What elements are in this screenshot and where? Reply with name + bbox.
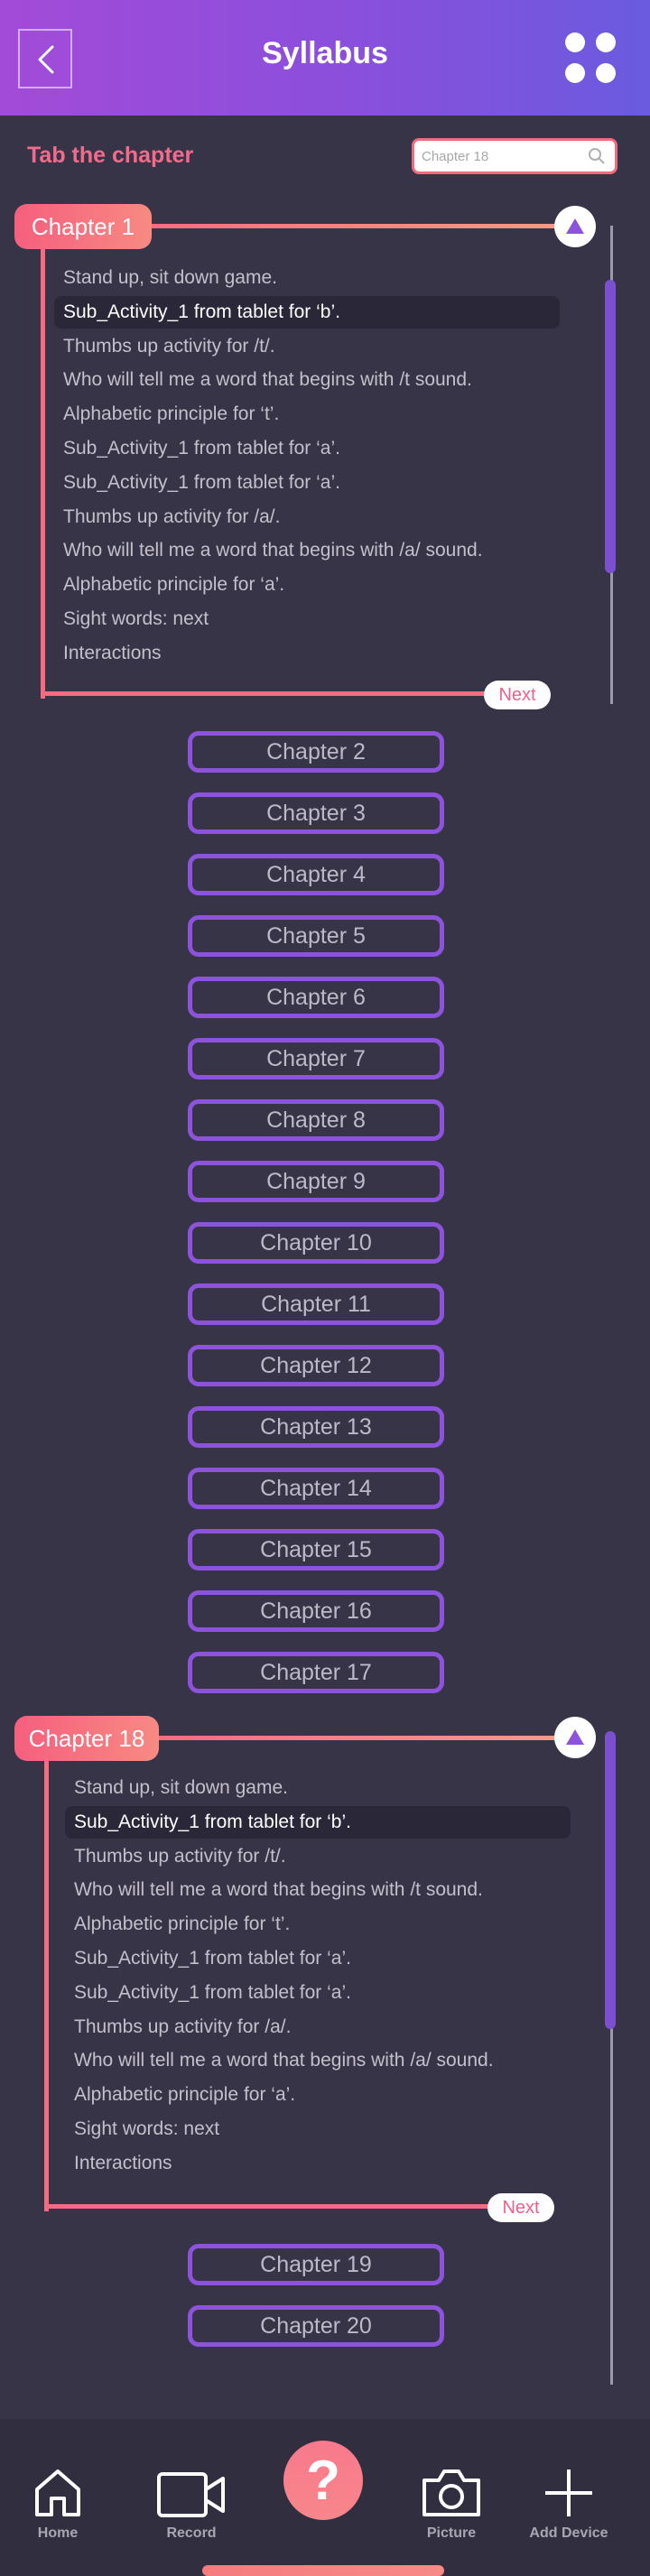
header-bar: Syllabus (0, 0, 650, 116)
chapter-button[interactable]: Chapter 3 (188, 792, 444, 834)
chapter-button[interactable]: Chapter 19 (188, 2244, 444, 2285)
grid-dot-icon (565, 32, 585, 52)
help-button[interactable]: ? (283, 2441, 363, 2520)
menu-grid-button[interactable] (565, 32, 619, 87)
nav-home[interactable]: Home (4, 2455, 112, 2542)
chapter-side-line (44, 1756, 49, 2211)
activity-item[interactable]: Sub_Activity_1 from tablet for ‘b’. (65, 1805, 571, 1839)
activity-item[interactable]: Thumbs up activity for /t/. (54, 330, 560, 363)
chapter-button[interactable]: Chapter 6 (188, 977, 444, 1018)
camera-icon (422, 2469, 480, 2516)
scrollbar-thumb[interactable] (605, 280, 616, 573)
chapter-button[interactable]: Chapter 15 (188, 1529, 444, 1571)
chapter-button[interactable]: Chapter 2 (188, 731, 444, 773)
activity-item[interactable]: Interactions (54, 637, 560, 670)
nav-record[interactable]: Record (137, 2455, 246, 2542)
nav-record-label: Record (166, 2525, 217, 2541)
next-button[interactable]: Next (488, 2193, 554, 2222)
chapter-button[interactable]: Chapter 11 (188, 1283, 444, 1325)
chapter-search[interactable] (412, 138, 618, 174)
chapter-button[interactable]: Chapter 16 (188, 1590, 444, 1632)
activity-item[interactable]: Thumbs up activity for /t/. (65, 1840, 571, 1873)
next-button[interactable]: Next (484, 681, 551, 709)
activity-item[interactable]: Who will tell me a word that begins with… (65, 1874, 571, 1906)
activity-item[interactable]: Who will tell me a word that begins with… (54, 364, 560, 396)
collapse-button[interactable] (554, 206, 596, 247)
video-camera-icon (157, 2472, 225, 2517)
activity-item[interactable]: Sub_Activity_1 from tablet for ‘a’. (65, 1942, 571, 1975)
tab-chapter-label: Tab the chapter (27, 143, 194, 168)
activity-item[interactable]: Stand up, sit down game. (65, 1772, 571, 1804)
scrollbar-thumb[interactable] (605, 1731, 616, 2029)
chapter-button[interactable]: Chapter 14 (188, 1468, 444, 1509)
chapter-title-pill[interactable]: Chapter 1 (14, 204, 152, 249)
chapter-header-line (135, 224, 562, 228)
grid-dot-icon (596, 63, 616, 83)
activity-item[interactable]: Who will tell me a word that begins with… (65, 2044, 571, 2077)
chapter-button[interactable]: Chapter 20 (188, 2305, 444, 2347)
activity-item[interactable]: Sub_Activity_1 from tablet for ‘b’. (54, 295, 560, 329)
activity-item[interactable]: Sub_Activity_1 from tablet for ‘a’. (54, 467, 560, 499)
home-indicator (202, 2565, 444, 2576)
nav-picture[interactable]: Picture (397, 2455, 506, 2542)
grid-dot-icon (596, 32, 616, 52)
search-icon (589, 148, 605, 164)
triangle-up-icon (566, 1729, 584, 1745)
activity-item[interactable]: Thumbs up activity for /a/. (65, 2011, 571, 2043)
chapter-button[interactable]: Chapter 8 (188, 1099, 444, 1141)
activity-item[interactable]: Alphabetic principle for ‘a’. (65, 2079, 571, 2111)
home-icon (35, 2469, 80, 2516)
activity-item[interactable]: Alphabetic principle for ‘a’. (54, 569, 560, 601)
chapter-footer-line (44, 2204, 496, 2209)
page-title: Syllabus (262, 36, 388, 70)
activity-item[interactable]: Sight words: next (65, 2113, 571, 2145)
collapse-button[interactable] (554, 1717, 596, 1758)
chapter-header-line (144, 1736, 562, 1740)
chapter-button[interactable]: Chapter 13 (188, 1406, 444, 1448)
chapter-button[interactable]: Chapter 7 (188, 1038, 444, 1080)
activity-item[interactable]: Sub_Activity_1 from tablet for ‘a’. (54, 432, 560, 465)
chapter-side-line (41, 246, 45, 699)
activity-item[interactable]: Interactions (65, 2147, 571, 2180)
chapter-button[interactable]: Chapter 10 (188, 1222, 444, 1264)
chapter-button[interactable]: Chapter 17 (188, 1652, 444, 1693)
chapter-footer-line (41, 691, 492, 696)
nav-picture-label: Picture (426, 2525, 477, 2541)
activity-item[interactable]: Sight words: next (54, 603, 560, 635)
triangle-up-icon (566, 218, 584, 234)
nav-add-device-label: Add Device (529, 2525, 608, 2541)
chapter-button[interactable]: Chapter 12 (188, 1345, 444, 1386)
chapter-title-pill[interactable]: Chapter 18 (14, 1716, 159, 1761)
activity-item[interactable]: Who will tell me a word that begins with… (54, 534, 560, 567)
activity-item[interactable]: Stand up, sit down game. (54, 262, 560, 294)
chapter-button[interactable]: Chapter 9 (188, 1161, 444, 1202)
search-input[interactable] (422, 145, 584, 167)
plus-icon (545, 2469, 592, 2516)
nav-add-device[interactable]: Add Device (515, 2455, 623, 2542)
chapter-button[interactable]: Chapter 5 (188, 915, 444, 957)
nav-home-label: Home (37, 2525, 79, 2541)
activity-item[interactable]: Alphabetic principle for ‘t’. (54, 398, 560, 431)
activity-item[interactable]: Thumbs up activity for /a/. (54, 501, 560, 533)
grid-dot-icon (565, 63, 585, 83)
activity-item[interactable]: Alphabetic principle for ‘t’. (65, 1908, 571, 1941)
activity-item[interactable]: Sub_Activity_1 from tablet for ‘a’. (65, 1977, 571, 2009)
chapter-button[interactable]: Chapter 4 (188, 854, 444, 895)
